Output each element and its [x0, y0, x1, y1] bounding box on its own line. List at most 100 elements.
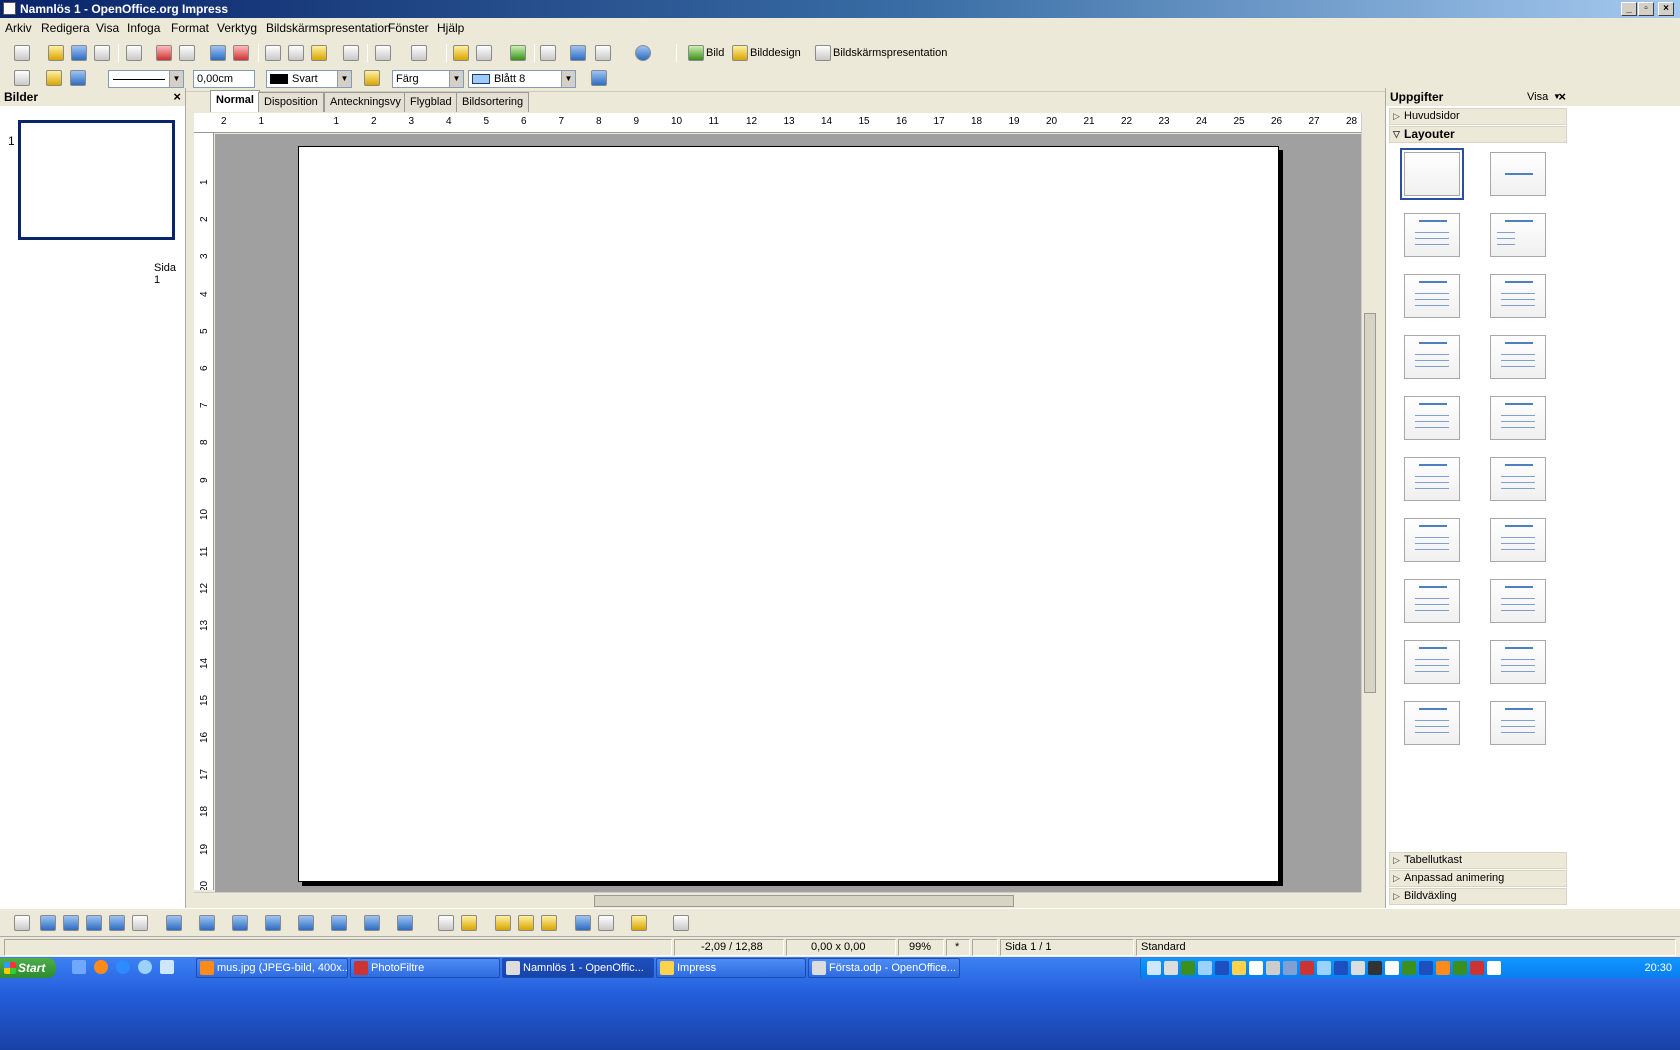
table-icon[interactable] — [476, 45, 492, 61]
tab-bildsortering[interactable]: Bildsortering — [456, 92, 530, 112]
tab-normal[interactable]: Normal — [210, 90, 260, 112]
menu-infoga[interactable]: Infoga — [127, 18, 160, 39]
ie-icon[interactable] — [116, 960, 130, 974]
layout-thumbnail[interactable] — [1490, 457, 1546, 501]
tray-icon[interactable] — [1164, 961, 1178, 975]
slideshow-icon[interactable] — [815, 45, 831, 61]
layout-thumbnail[interactable] — [1404, 640, 1460, 684]
tray-icon[interactable] — [1487, 961, 1501, 975]
tab-flygblad[interactable]: Flygblad — [404, 92, 458, 112]
format-paintbrush-icon[interactable] — [343, 45, 359, 61]
tray-icon[interactable] — [1232, 961, 1246, 975]
show-desktop-icon[interactable] — [160, 960, 174, 974]
start-button[interactable]: Start — [0, 958, 56, 978]
slide-thumbnail[interactable] — [18, 120, 175, 240]
gallery-icon[interactable] — [541, 915, 557, 931]
menu-fonster[interactable]: Fönster — [388, 18, 429, 39]
chevron-down-icon[interactable]: ▼ — [561, 71, 575, 87]
redo-icon[interactable] — [411, 45, 427, 61]
help-icon[interactable] — [635, 45, 651, 61]
section-slide-transition[interactable]: ▷ Bildväxling — [1389, 888, 1567, 905]
area-color-select[interactable]: Blått 8 ▼ — [468, 70, 576, 88]
line-icon[interactable] — [46, 70, 62, 86]
tray-icon[interactable] — [1402, 961, 1416, 975]
slide-button-label[interactable]: Bild — [706, 46, 724, 60]
task-impress-namnlos[interactable]: Namnlös 1 - OpenOffic... — [502, 958, 654, 978]
from-file-icon[interactable] — [518, 915, 534, 931]
layout-thumbnail[interactable] — [1404, 518, 1460, 562]
open-folder-icon[interactable] — [48, 45, 64, 61]
slideshow-button[interactable]: Bildskärmspresentation — [833, 46, 947, 60]
layout-thumbnail[interactable] — [1490, 701, 1546, 745]
navigator-icon[interactable] — [570, 45, 586, 61]
horizontal-scroll-thumb[interactable] — [594, 895, 1014, 907]
zoom-icon[interactable] — [595, 45, 611, 61]
menu-verktyg[interactable]: Verktyg — [217, 18, 257, 39]
tray-icon[interactable] — [1470, 961, 1484, 975]
tab-anteckningsvy[interactable]: Anteckningsvy — [324, 92, 407, 112]
task-impress-folder[interactable]: Impress — [656, 958, 806, 978]
vertical-scrollbar[interactable] — [1361, 113, 1377, 892]
status-signature[interactable] — [972, 939, 998, 956]
basic-shapes-icon[interactable] — [232, 915, 248, 931]
layout-thumbnail[interactable] — [1404, 396, 1460, 440]
menu-hjalp[interactable]: Hjälp — [437, 18, 464, 39]
styles-icon[interactable] — [14, 70, 30, 86]
horizontal-ruler[interactable]: 2 1 1 2 3 4 5 6 7 8 9 10 11 12 13 14 15 16 17 18 19 20 21 22 23 2… — [194, 113, 1362, 133]
curve-tool-icon[interactable] — [166, 915, 182, 931]
quicklaunch-icon[interactable] — [72, 960, 86, 974]
rectangle-tool-icon[interactable] — [86, 915, 102, 931]
layout-thumbnail[interactable] — [1490, 396, 1546, 440]
tray-icon[interactable] — [1453, 961, 1467, 975]
rotate-icon[interactable] — [575, 915, 591, 931]
menu-bildskarmspresentation[interactable]: Bildskärmspresentation — [266, 18, 391, 39]
tray-icon[interactable] — [1317, 961, 1331, 975]
tray-icon[interactable] — [1147, 961, 1161, 975]
line-tool-icon[interactable] — [40, 915, 56, 931]
layout-thumbnail[interactable] — [1404, 579, 1460, 623]
tray-icon[interactable] — [1198, 961, 1212, 975]
spellcheck-icon[interactable] — [210, 45, 226, 61]
layout-thumbnail[interactable] — [1490, 213, 1546, 257]
layout-thumbnail[interactable] — [1490, 274, 1546, 318]
line-style-select[interactable]: ▼ — [108, 70, 184, 88]
menu-visa[interactable]: Visa — [96, 18, 119, 39]
tray-icon[interactable] — [1385, 961, 1399, 975]
layout-thumbnail[interactable] — [1400, 148, 1464, 200]
vertical-ruler[interactable]: 123456789101112131415161718192021 — [194, 133, 214, 890]
section-layouts[interactable]: ▽ Layouter — [1389, 126, 1567, 143]
new-document-icon[interactable] — [14, 45, 30, 61]
tray-icon[interactable] — [1368, 961, 1382, 975]
close-icon[interactable]: × — [1558, 88, 1566, 106]
fontwork-icon[interactable] — [510, 45, 526, 61]
section-masters[interactable]: ▷ Huvudsidor — [1389, 108, 1567, 125]
section-table-design[interactable]: ▷ Tabellutkast — [1389, 852, 1567, 869]
status-zoom[interactable]: 99% — [898, 939, 944, 956]
chart-icon[interactable] — [453, 45, 469, 61]
task-forsta-odp[interactable]: Första.odp - OpenOffice... — [808, 958, 960, 978]
maximize-button[interactable]: ▫ — [1638, 2, 1654, 16]
tray-icon[interactable] — [1266, 961, 1280, 975]
autospellcheck-icon[interactable] — [233, 45, 249, 61]
tab-disposition[interactable]: Disposition — [258, 92, 324, 112]
close-window-button[interactable]: × — [1658, 2, 1674, 16]
task-photofiltre[interactable]: PhotoFiltre — [350, 958, 500, 978]
layout-thumbnail[interactable] — [1404, 335, 1460, 379]
chevron-down-icon[interactable]: ▼ — [337, 71, 351, 87]
flowchart-icon[interactable] — [331, 915, 347, 931]
email-icon[interactable] — [94, 45, 110, 61]
chevron-down-icon[interactable]: ▼ — [449, 71, 463, 87]
tray-icon[interactable] — [1283, 961, 1297, 975]
layout-thumbnail[interactable] — [1490, 579, 1546, 623]
undo-icon[interactable] — [375, 45, 391, 61]
copy-icon[interactable] — [288, 45, 304, 61]
points-icon[interactable] — [438, 915, 454, 931]
grid-icon[interactable] — [540, 45, 556, 61]
slide-design-icon[interactable] — [732, 45, 748, 61]
tray-icon[interactable] — [1249, 961, 1263, 975]
arrow-tool-icon[interactable] — [63, 915, 79, 931]
fontwork-gallery-icon[interactable] — [495, 915, 511, 931]
save-icon[interactable] — [71, 45, 87, 61]
layout-thumbnail[interactable] — [1404, 274, 1460, 318]
close-icon[interactable]: × — [173, 88, 181, 106]
